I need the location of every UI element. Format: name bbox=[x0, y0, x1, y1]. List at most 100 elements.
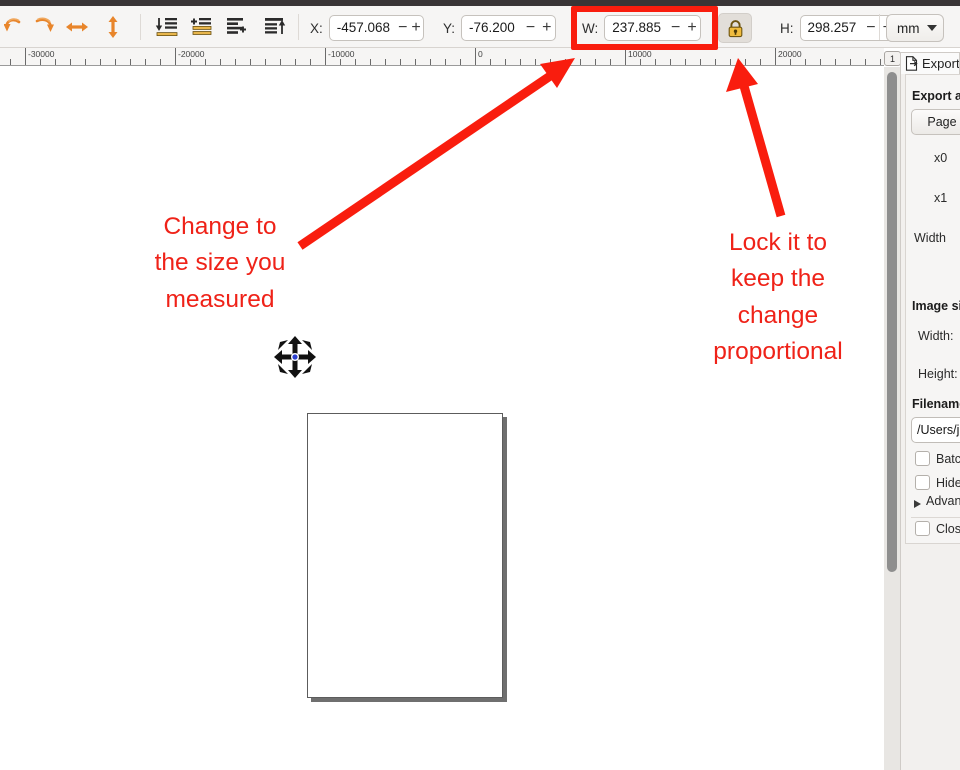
filename-heading: Filename bbox=[912, 397, 960, 411]
lower-icon[interactable] bbox=[186, 12, 216, 42]
image-size-heading: Image siz bbox=[912, 299, 960, 313]
y-label: Y: bbox=[443, 20, 456, 36]
drawing-canvas[interactable] bbox=[0, 67, 884, 770]
ruler-minor-tick bbox=[595, 59, 596, 65]
y-spinner[interactable]: -76.200 − + bbox=[461, 15, 557, 41]
y-field-group: Y: -76.200 − + bbox=[443, 15, 557, 41]
export-png-panel-body: Export ar Page x0 x1 Width Image siz Wid… bbox=[905, 74, 960, 544]
lock-ratio-icon[interactable] bbox=[718, 13, 752, 43]
x-spinner[interactable]: -457.068 − + bbox=[328, 15, 424, 41]
close-when-done-checkbox[interactable] bbox=[915, 521, 930, 536]
ruler-major-tick bbox=[175, 48, 176, 65]
ruler-major-tick bbox=[775, 48, 776, 65]
image-width-label: Width: bbox=[918, 329, 954, 343]
export-png-icon bbox=[905, 56, 919, 71]
ruler-minor-tick bbox=[505, 59, 506, 65]
ruler-minor-tick bbox=[220, 59, 221, 65]
ruler-minor-tick bbox=[760, 59, 761, 65]
unit-selector-value: mm bbox=[897, 20, 920, 36]
ruler-minor-tick bbox=[100, 59, 101, 65]
ruler-minor-tick bbox=[730, 59, 731, 65]
y-decrement-button[interactable]: − bbox=[522, 16, 538, 40]
ruler-minor-tick bbox=[340, 59, 341, 65]
ruler-minor-tick bbox=[715, 59, 716, 65]
ruler-minor-tick bbox=[460, 59, 461, 65]
ruler-minor-tick bbox=[235, 59, 236, 65]
ruler-minor-tick bbox=[160, 59, 161, 65]
ruler-minor-tick bbox=[415, 59, 416, 65]
ruler-minor-tick bbox=[130, 59, 131, 65]
h-decrement-button[interactable]: − bbox=[863, 16, 879, 40]
ruler-minor-tick bbox=[10, 59, 11, 65]
annotation-right-text: Lock it to keep the change proportional bbox=[713, 229, 843, 365]
page-rectangle[interactable] bbox=[307, 413, 503, 698]
ruler-label: 10000 bbox=[628, 49, 652, 59]
ruler-minor-tick bbox=[400, 59, 401, 65]
export-area-page-button[interactable]: Page bbox=[911, 109, 960, 135]
y-input[interactable]: -76.200 bbox=[462, 16, 522, 40]
ruler-minor-tick bbox=[265, 59, 266, 65]
h-input[interactable]: 298.257 bbox=[801, 16, 863, 40]
ruler-minor-tick bbox=[445, 59, 446, 65]
ruler-minor-tick bbox=[670, 59, 671, 65]
raise-to-top-icon[interactable] bbox=[260, 12, 290, 42]
ruler-minor-tick bbox=[655, 59, 656, 65]
advanced-disclosure-label[interactable]: Advanc bbox=[926, 494, 960, 508]
ruler-minor-tick bbox=[280, 59, 281, 65]
hide-all-label: Hide bbox=[936, 476, 960, 490]
hide-all-checkbox[interactable] bbox=[915, 475, 930, 490]
export-png-panel-tab[interactable]: Export P bbox=[900, 52, 960, 74]
ruler-minor-tick bbox=[565, 59, 566, 65]
width-field-highlight bbox=[571, 6, 718, 50]
batch-export-checkbox[interactable] bbox=[915, 451, 930, 466]
annotation-left-text: Change to the size you measured bbox=[154, 213, 286, 313]
ruler-major-tick bbox=[25, 48, 26, 65]
y-increment-button[interactable]: + bbox=[539, 16, 555, 40]
x-increment-button[interactable]: + bbox=[409, 16, 422, 40]
lower-to-bottom-icon[interactable] bbox=[152, 12, 182, 42]
h-label: H: bbox=[780, 20, 794, 36]
ruler-major-tick bbox=[475, 48, 476, 65]
ruler-minor-tick bbox=[835, 59, 836, 65]
ruler-minor-tick bbox=[790, 59, 791, 65]
flip-horizontal-icon[interactable] bbox=[62, 12, 92, 42]
vertical-scrollbar-thumb[interactable] bbox=[887, 72, 897, 572]
ruler-major-tick bbox=[325, 48, 326, 65]
ruler-minor-tick bbox=[55, 59, 56, 65]
export-area-heading: Export ar bbox=[912, 89, 960, 103]
filename-input[interactable]: /Users/jp bbox=[911, 417, 960, 443]
horizontal-ruler[interactable]: -30000 -20000 -10000 0 10000 20000 bbox=[0, 48, 884, 66]
chevron-right-icon[interactable] bbox=[914, 500, 921, 508]
x-input[interactable]: -457.068 bbox=[330, 16, 396, 40]
export-x0-label: x0 bbox=[934, 151, 948, 165]
ruler-minor-tick bbox=[115, 59, 116, 65]
ruler-minor-tick bbox=[490, 59, 491, 65]
unit-selector[interactable]: mm bbox=[886, 14, 944, 42]
rotate-cw-icon[interactable] bbox=[28, 12, 58, 42]
ruler-minor-tick bbox=[880, 59, 881, 65]
ruler-minor-tick bbox=[310, 59, 311, 65]
ruler-minor-tick bbox=[385, 59, 386, 65]
selection-move-handle[interactable] bbox=[274, 336, 316, 383]
x-decrement-button[interactable]: − bbox=[396, 16, 409, 40]
ruler-label: 0 bbox=[478, 49, 483, 59]
page-number-badge[interactable]: 1 bbox=[884, 51, 901, 66]
raise-icon[interactable] bbox=[222, 12, 252, 42]
ruler-minor-tick bbox=[250, 59, 251, 65]
ruler-minor-tick bbox=[205, 59, 206, 65]
ruler-minor-tick bbox=[850, 59, 851, 65]
panel-divider bbox=[911, 517, 960, 518]
h-spinner[interactable]: 298.257 − + bbox=[799, 15, 897, 41]
ruler-minor-tick bbox=[640, 59, 641, 65]
toolbar-separator-2 bbox=[298, 14, 299, 40]
export-width-label: Width bbox=[914, 231, 946, 245]
rotate-ccw-icon[interactable] bbox=[0, 12, 30, 42]
ruler-minor-tick bbox=[685, 59, 686, 65]
ruler-minor-tick bbox=[295, 59, 296, 65]
toolbar-separator bbox=[140, 14, 141, 40]
ruler-minor-tick bbox=[85, 59, 86, 65]
flip-vertical-icon[interactable] bbox=[98, 12, 128, 42]
ruler-label: -20000 bbox=[178, 49, 205, 59]
batch-export-label: Batch bbox=[936, 452, 960, 466]
ruler-minor-tick bbox=[820, 59, 821, 65]
